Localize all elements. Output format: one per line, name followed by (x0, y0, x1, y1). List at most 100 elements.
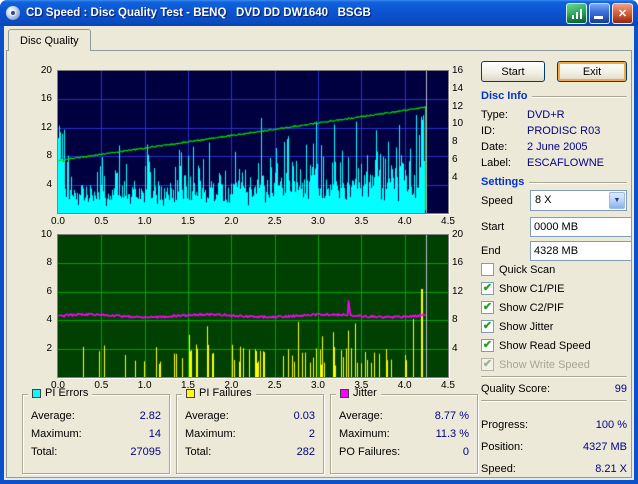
axis-tick-label: 12 (452, 285, 464, 297)
axis-tick-label: 6 (452, 153, 458, 165)
axis-tick-label: 16 (452, 65, 464, 76)
disc-label-row: Label: ESCAFLOWNE (481, 157, 605, 169)
checkbox-quick-scan[interactable]: Quick Scan (481, 260, 627, 279)
speed-select[interactable]: 8 X ▼ (530, 190, 627, 211)
settings-checkbox-list: Quick Scan ✔ Show C1/PIE ✔ Show C2/PIF ✔ Show … (481, 260, 627, 374)
checkbox-show-jitter[interactable]: ✔ Show Jitter (481, 317, 627, 336)
close-icon: ✕ (617, 7, 628, 20)
client-area: Disc Quality Start Exit Disc Info Type: … (4, 26, 634, 480)
checkbox-show-c2-pif[interactable]: ✔ Show C2/PIF (481, 298, 627, 317)
axis-tick-label: 8 (46, 257, 52, 269)
position-row: Position: 4327 MB (481, 441, 627, 453)
axis-tick-label: 0.0 (51, 380, 65, 391)
pi-failures-panel: PI Failures Average: 0.03 Maximum: 2 Total… (176, 387, 324, 474)
divider (481, 376, 627, 378)
axis-tick-label: 2 (46, 342, 52, 354)
speed-result-row: Speed: 8.21 X (481, 463, 627, 475)
axis-tick-label: 10 (452, 118, 464, 130)
checkbox-label: Show Jitter (499, 320, 554, 333)
progress-row: Progress: 100 % (481, 419, 627, 431)
axis-tick-label: 2.0 (224, 216, 239, 227)
disc-id-row: ID: PRODISC R03 (481, 125, 601, 137)
checkbox-box[interactable]: ✔ (481, 339, 494, 352)
axis-tick-label: 3.0 (311, 216, 325, 227)
axis-tick-label: 4 (46, 314, 52, 326)
checkbox-label: Quick Scan (499, 263, 556, 276)
chart-icon (572, 14, 574, 19)
checkbox-label: Show C2/PIF (499, 301, 564, 314)
stat-row: Total: 27095 (31, 446, 161, 458)
chevron-down-icon[interactable]: ▼ (609, 192, 625, 209)
divider (481, 400, 627, 402)
checkbox-label: Show Write Speed (499, 358, 590, 371)
checkbox-box: ✔ (481, 358, 494, 371)
axis-tick-label: 4.5 (441, 216, 455, 227)
axis-tick-label: 0.0 (51, 216, 65, 227)
checkbox-box[interactable] (481, 263, 494, 276)
checkbox-show-c1-pie[interactable]: ✔ Show C1/PIE (481, 279, 627, 298)
axis-tick-label: 3.5 (354, 380, 369, 391)
stat-row: Maximum: 11.3 % (339, 428, 469, 440)
stat-row: PO Failures: 0 (339, 446, 469, 458)
checkbox-box[interactable]: ✔ (481, 320, 494, 333)
axis-tick-label: 2.5 (267, 380, 282, 391)
axis-tick-label: 12 (40, 121, 52, 133)
axis-tick-label: 4.0 (397, 380, 412, 391)
checkbox-label: Show Read Speed (499, 339, 591, 352)
axis-tick-label: 6 (46, 285, 52, 297)
axis-tick-label: 4 (452, 171, 458, 183)
stat-row: Maximum: 14 (31, 428, 161, 440)
end-mb-field[interactable] (530, 240, 631, 261)
exit-button[interactable]: Exit (557, 61, 627, 82)
axis-tick-label: 4.5 (441, 380, 455, 391)
axis-tick-label: 0.5 (94, 216, 109, 227)
axis-tick-label: 0.5 (94, 380, 109, 391)
close-button[interactable]: ✕ (612, 2, 633, 24)
window-title: CD Speed : Disc Quality Test - BENQ DVD … (26, 7, 371, 19)
checkbox-box[interactable]: ✔ (481, 282, 494, 295)
axis-tick-label: 3.5 (354, 216, 369, 227)
minimize-button[interactable] (589, 2, 610, 24)
disc-date-row: Date: 2 June 2005 (481, 141, 588, 153)
stat-row: Average: 0.03 (185, 410, 315, 422)
axis-tick-label: 2.5 (267, 216, 282, 227)
pif-jitter-chart (57, 234, 449, 378)
cd-app-icon (5, 5, 21, 21)
axis-tick-label: 4 (452, 342, 458, 354)
tab-disc-quality[interactable]: Disc Quality (8, 29, 91, 51)
stat-row: Maximum: 2 (185, 428, 315, 440)
start-mb-field[interactable] (530, 216, 631, 237)
axis-tick-label: 1.5 (181, 380, 195, 391)
settings-header: Settings (481, 176, 627, 188)
axis-tick-label: 1.0 (137, 380, 152, 391)
checkbox-show-read-speed[interactable]: ✔ Show Read Speed (481, 336, 627, 355)
axis-tick-label: 16 (40, 93, 52, 105)
tab-page: Start Exit Disc Info Type: DVD+R ID: PRO… (6, 50, 632, 478)
axis-tick-label: 1.0 (137, 216, 152, 227)
axis-tick-label: 10 (40, 229, 52, 240)
pie-read-speed-chart (57, 70, 449, 214)
titlebar-buttons: ✕ (566, 2, 633, 24)
axis-tick-label: 8 (452, 314, 458, 326)
axis-tick-label: 12 (452, 100, 464, 112)
pif-chart-canvas (58, 235, 448, 377)
axis-tick-label: 4 (46, 178, 52, 190)
stat-row: Average: 2.82 (31, 410, 161, 422)
axis-tick-label: 14 (452, 82, 464, 94)
stat-row: Total: 282 (185, 446, 315, 458)
end-mb-row: End (481, 240, 631, 261)
app-window: CD Speed : Disc Quality Test - BENQ DVD … (0, 0, 638, 484)
quality-score-row: Quality Score: 99 (481, 383, 627, 395)
tab-label: Disc Quality (20, 34, 79, 47)
stat-row: Average: 8.77 % (339, 410, 469, 422)
axis-tick-label: 4.0 (397, 216, 412, 227)
speed-row: Speed 8 X ▼ (481, 190, 627, 211)
axis-tick-label: 2.0 (224, 380, 239, 391)
checkbox-box[interactable]: ✔ (481, 301, 494, 314)
axis-tick-label: 3.0 (311, 380, 325, 391)
chart-icon-button[interactable] (566, 2, 587, 24)
start-button[interactable]: Start (481, 61, 545, 82)
start-mb-row: Start (481, 216, 631, 237)
jitter-panel: Jitter Average: 8.77 % Maximum: 11.3 % PO … (330, 387, 478, 474)
titlebar[interactable]: CD Speed : Disc Quality Test - BENQ DVD … (0, 0, 638, 26)
